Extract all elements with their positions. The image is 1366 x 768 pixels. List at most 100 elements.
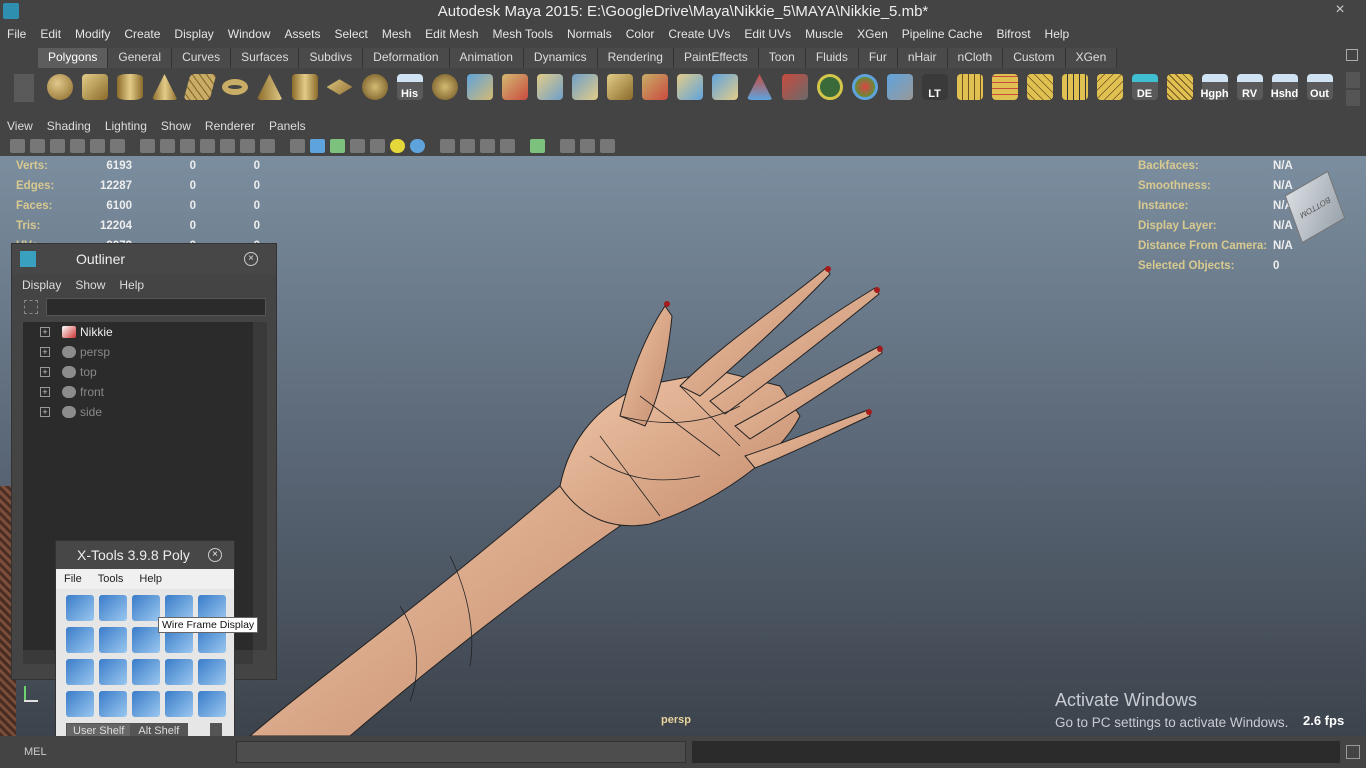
menu-help[interactable]: Help (1038, 27, 1077, 41)
outliner-item-top[interactable]: + top (23, 362, 253, 382)
share-icon[interactable] (600, 139, 615, 153)
bookmarks-icon[interactable] (50, 139, 65, 153)
tab-subdivs[interactable]: Subdivs (299, 48, 364, 68)
xtool-icon[interactable] (132, 627, 160, 653)
hshd-icon[interactable]: Hshd (1267, 70, 1302, 104)
tab-toon[interactable]: Toon (758, 48, 806, 68)
transform-gizmo-icon[interactable] (847, 70, 882, 104)
shelf-handle[interactable] (14, 74, 34, 102)
xtool-icon[interactable] (99, 691, 127, 717)
xtool-icon[interactable] (66, 691, 94, 717)
menu-muscle[interactable]: Muscle (798, 27, 850, 41)
xtool-icon[interactable] (132, 691, 160, 717)
poly-pyramid-icon[interactable] (252, 70, 287, 104)
expand-icon[interactable]: + (40, 327, 50, 337)
film-gate-icon[interactable] (160, 139, 175, 153)
safe-title-icon[interactable] (260, 139, 275, 153)
camera-attributes-icon[interactable] (30, 139, 45, 153)
extrude-icon[interactable] (532, 70, 567, 104)
menu-window[interactable]: Window (221, 27, 278, 41)
tab-xgen[interactable]: XGen (1065, 48, 1118, 68)
menu-edit-mesh[interactable]: Edit Mesh (418, 27, 485, 41)
offset-edge-icon[interactable] (707, 70, 742, 104)
xtool-icon[interactable] (66, 659, 94, 685)
menu-xgen[interactable]: XGen (850, 27, 895, 41)
shelf-scroll-down[interactable] (1346, 90, 1360, 106)
bridge-icon[interactable] (567, 70, 602, 104)
xtools-menu-file[interactable]: File (56, 573, 90, 585)
menu-mesh-tools[interactable]: Mesh Tools (486, 27, 560, 41)
extract-icon[interactable] (462, 70, 497, 104)
grease-pencil-icon[interactable] (90, 139, 105, 153)
wireframe-on-shaded-icon[interactable] (330, 139, 345, 153)
grid-cursor-icon[interactable] (1057, 70, 1092, 104)
poly-plane-icon[interactable] (182, 70, 217, 104)
mel-label[interactable]: MEL (24, 746, 47, 758)
grid-deform-icon[interactable] (1162, 70, 1197, 104)
xtools-close-button[interactable]: × (208, 548, 222, 562)
outliner-close-button[interactable]: × (244, 252, 258, 266)
outliner-item-nikkie[interactable]: + Nikkie (23, 322, 253, 342)
xtools-trash-icon[interactable] (210, 723, 222, 737)
outliner-vscrollbar[interactable] (253, 322, 267, 650)
lights-icon[interactable] (390, 139, 405, 153)
outliner-titlebar[interactable]: Outliner × (12, 244, 276, 274)
panel-menu-panels[interactable]: Panels (262, 119, 313, 133)
tab-ncloth[interactable]: nCloth (947, 48, 1004, 68)
panel-menu-lighting[interactable]: Lighting (98, 119, 154, 133)
shelf-scroll-up[interactable] (1346, 72, 1360, 88)
sculpt-icon[interactable] (777, 70, 812, 104)
wireframe-icon[interactable] (290, 139, 305, 153)
snap-target-icon[interactable] (812, 70, 847, 104)
command-input[interactable] (236, 741, 686, 763)
poly-cone-icon[interactable] (147, 70, 182, 104)
select-face-icon[interactable] (497, 70, 532, 104)
tab-surfaces[interactable]: Surfaces (231, 48, 300, 68)
textured-icon[interactable] (370, 139, 385, 153)
tab-nhair[interactable]: nHair (897, 48, 948, 68)
field-chart-icon[interactable] (220, 139, 235, 153)
grid-tool-icon[interactable] (952, 70, 987, 104)
xtools-menu-tools[interactable]: Tools (90, 573, 132, 585)
menu-edit[interactable]: Edit (33, 27, 68, 41)
xtool-icon[interactable] (66, 595, 94, 621)
xtool-icon[interactable] (99, 595, 127, 621)
panel-menu-renderer[interactable]: Renderer (198, 119, 262, 133)
wireframe-display-icon[interactable] (132, 595, 160, 621)
xray-joints-icon[interactable] (460, 139, 475, 153)
grid-move-icon[interactable] (1092, 70, 1127, 104)
select-camera-icon[interactable] (530, 139, 545, 153)
gate-mask-icon[interactable] (200, 139, 215, 153)
close-window-button[interactable]: × (1332, 2, 1348, 18)
outliner-menu-help[interactable]: Help (119, 278, 144, 292)
menu-pipeline-cache[interactable]: Pipeline Cache (895, 27, 990, 41)
menu-color[interactable]: Color (619, 27, 662, 41)
tab-fluids[interactable]: Fluids (805, 48, 859, 68)
menu-create[interactable]: Create (117, 27, 167, 41)
panel-menu-show[interactable]: Show (154, 119, 198, 133)
image-plane-icon[interactable] (70, 139, 85, 153)
panel-menu-shading[interactable]: Shading (40, 119, 98, 133)
tab-painteffects[interactable]: PaintEffects (673, 48, 759, 68)
tab-curves[interactable]: Curves (172, 48, 232, 68)
tab-dynamics[interactable]: Dynamics (523, 48, 598, 68)
xtools-titlebar[interactable]: X-Tools 3.9.8 Poly × (56, 541, 234, 569)
2d-pan-zoom-icon[interactable] (110, 139, 125, 153)
xtool-icon[interactable] (165, 659, 193, 685)
panel-menu-view[interactable]: View (0, 119, 40, 133)
expand-icon[interactable]: + (40, 407, 50, 417)
expand-icon[interactable]: + (40, 387, 50, 397)
menu-normals[interactable]: Normals (560, 27, 619, 41)
xtool-icon[interactable] (66, 627, 94, 653)
xtools-menu-help[interactable]: Help (131, 573, 170, 585)
tab-custom[interactable]: Custom (1003, 48, 1066, 68)
safe-action-icon[interactable] (240, 139, 255, 153)
outliner-menu-show[interactable]: Show (75, 278, 105, 292)
outliner-item-persp[interactable]: + persp (23, 342, 253, 362)
four-view-icon[interactable] (580, 139, 595, 153)
split-polygon-icon[interactable] (637, 70, 672, 104)
backface-icon[interactable] (500, 139, 515, 153)
script-editor-icon[interactable] (1346, 745, 1360, 759)
expand-icon[interactable]: + (40, 347, 50, 357)
hgph-icon[interactable]: Hgph (1197, 70, 1232, 104)
